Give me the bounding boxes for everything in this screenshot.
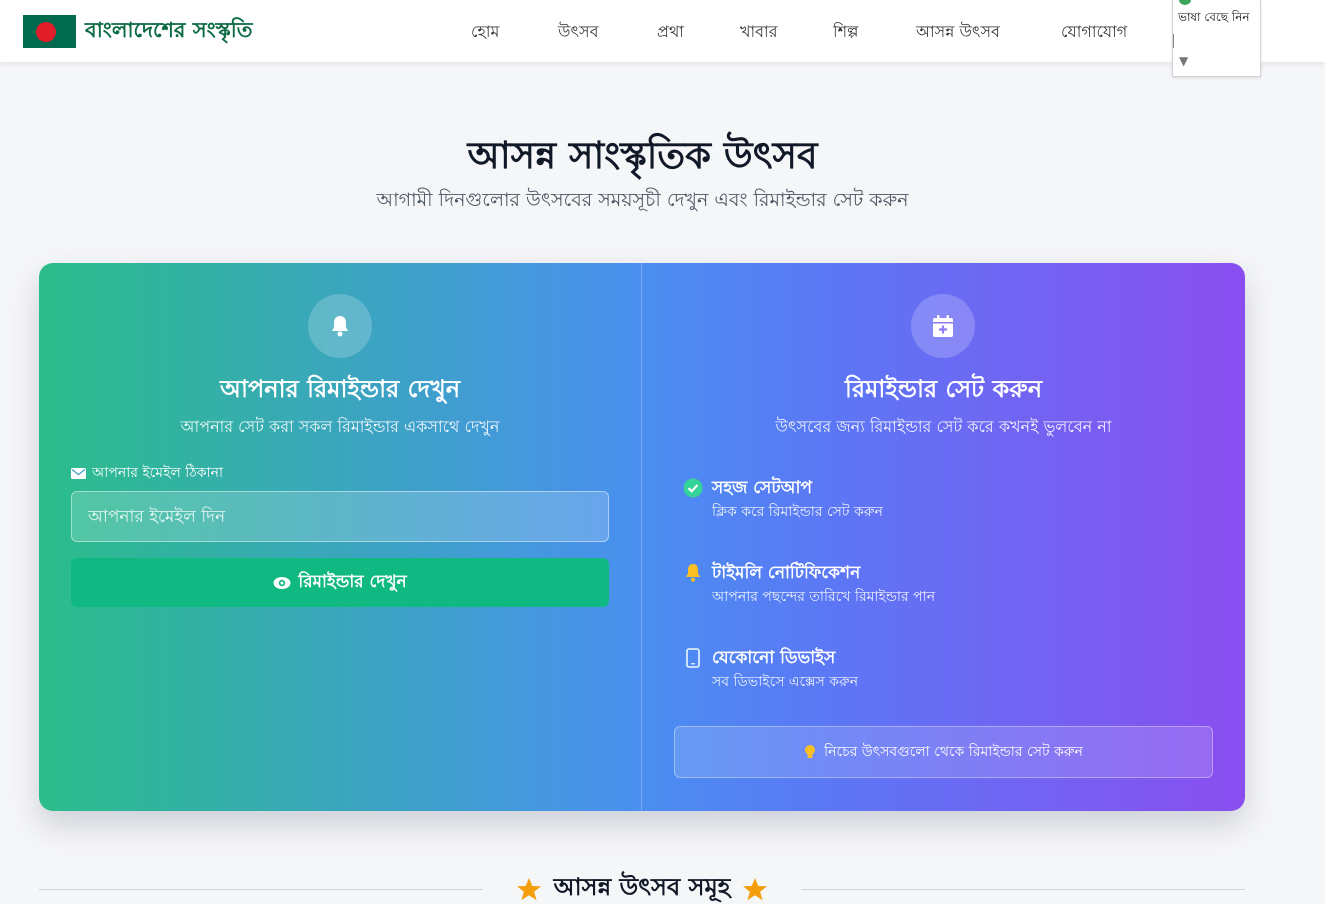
set-reminder-title: রিমাইন্ডার সেট করুন — [844, 375, 1043, 403]
feature-desc: আপনার পছন্দের তারিখে রিমাইন্ডার পান — [712, 589, 936, 605]
check-circle-icon — [682, 477, 704, 499]
language-selector[interactable]: ভাষা বেছে নিন ▼ — [1172, 0, 1261, 77]
email-input[interactable] — [71, 491, 609, 542]
nav-home[interactable]: হোম — [471, 19, 499, 46]
star-icon — [516, 877, 542, 902]
reminder-card: আপনার রিমাইন্ডার দেখুন আপনার সেট করা সকল… — [39, 263, 1245, 811]
view-reminders-panel: আপনার রিমাইন্ডার দেখুন আপনার সেট করা সকল… — [39, 263, 641, 811]
upcoming-festivals-title: আসন্ন উৎসব সমূহ — [553, 873, 731, 901]
view-reminders-button[interactable]: রিমাইন্ডার দেখুন — [71, 558, 609, 607]
globe-icon — [1179, 0, 1191, 5]
lightbulb-icon — [805, 745, 816, 758]
page-title: আসন্ন সাংস্কৃতিক উৎসব — [467, 134, 818, 177]
set-reminder-subtitle: উৎসবের জন্য রিমাইন্ডার সেট করে কখনই ভুলব… — [775, 417, 1112, 436]
view-reminders-subtitle: আপনার সেট করা সকল রিমাইন্ডার একসাথে দেখু… — [180, 417, 500, 436]
set-reminder-panel: রিমাইন্ডার সেট করুন উৎসবের জন্য রিমাইন্ড… — [642, 263, 1245, 811]
tip-box: নিচের উৎসবগুলো থেকে রিমাইন্ডার সেট করুন — [674, 726, 1213, 778]
eye-icon — [273, 576, 291, 589]
caret-down-icon[interactable]: ▼ — [1179, 54, 1188, 68]
feature-desc: সব ডিভাইসে এক্সেস করুন — [712, 674, 859, 690]
feature-title: সহজ সেটআপ — [712, 478, 813, 498]
nav-art[interactable]: শিল্প — [833, 19, 858, 46]
nav-festivals[interactable]: উৎসব — [558, 19, 599, 46]
bell-icon — [682, 562, 704, 584]
feature-desc: ক্লিক করে রিমাইন্ডার সেট করুন — [712, 504, 883, 520]
language-selector-divider — [1173, 34, 1174, 48]
view-reminders-button-label: রিমাইন্ডার দেখুন — [298, 571, 407, 592]
bangladesh-flag-icon — [23, 15, 76, 48]
calendar-plus-icon — [911, 294, 975, 358]
star-icon — [742, 877, 768, 902]
envelope-icon — [71, 467, 86, 479]
nav-customs[interactable]: প্রথা — [657, 19, 684, 46]
feature-title: টাইমলি নোটিফিকেশন — [712, 563, 861, 583]
tip-text: নিচের উৎসবগুলো থেকে রিমাইন্ডার সেট করুন — [824, 744, 1083, 760]
mobile-icon — [682, 647, 704, 669]
bell-icon — [308, 294, 372, 358]
nav-upcoming-festivals[interactable]: আসন্ন উৎসব — [916, 19, 1000, 46]
view-reminders-title: আপনার রিমাইন্ডার দেখুন — [219, 375, 461, 403]
site-title: বাংলাদেশের সংস্কৃতি — [85, 18, 253, 42]
nav-food[interactable]: খাবার — [740, 19, 778, 46]
feature-title: যেকোনো ডিভাইস — [712, 648, 836, 668]
page-subtitle: আগামী দিনগুলোর উৎসবের সময়সূচী দেখুন এবং… — [376, 189, 909, 211]
nav-contact[interactable]: যোগাযোগ — [1061, 19, 1127, 46]
site-logo[interactable]: বাংলাদেশের সংস্কৃতি — [23, 14, 253, 49]
section-divider-left — [39, 889, 483, 890]
email-label: আপনার ইমেইল ঠিকানা — [71, 461, 223, 485]
email-label-text: আপনার ইমেইল ঠিকানা — [92, 465, 224, 481]
section-divider-right — [801, 889, 1245, 890]
top-navbar: বাংলাদেশের সংস্কৃতি হোম উৎসব প্রথা খাবার… — [0, 0, 1325, 77]
language-selector-label: ভাষা বেছে নিন — [1178, 10, 1250, 24]
upcoming-festivals-heading: আসন্ন উৎসব সমূহ — [496, 871, 788, 904]
